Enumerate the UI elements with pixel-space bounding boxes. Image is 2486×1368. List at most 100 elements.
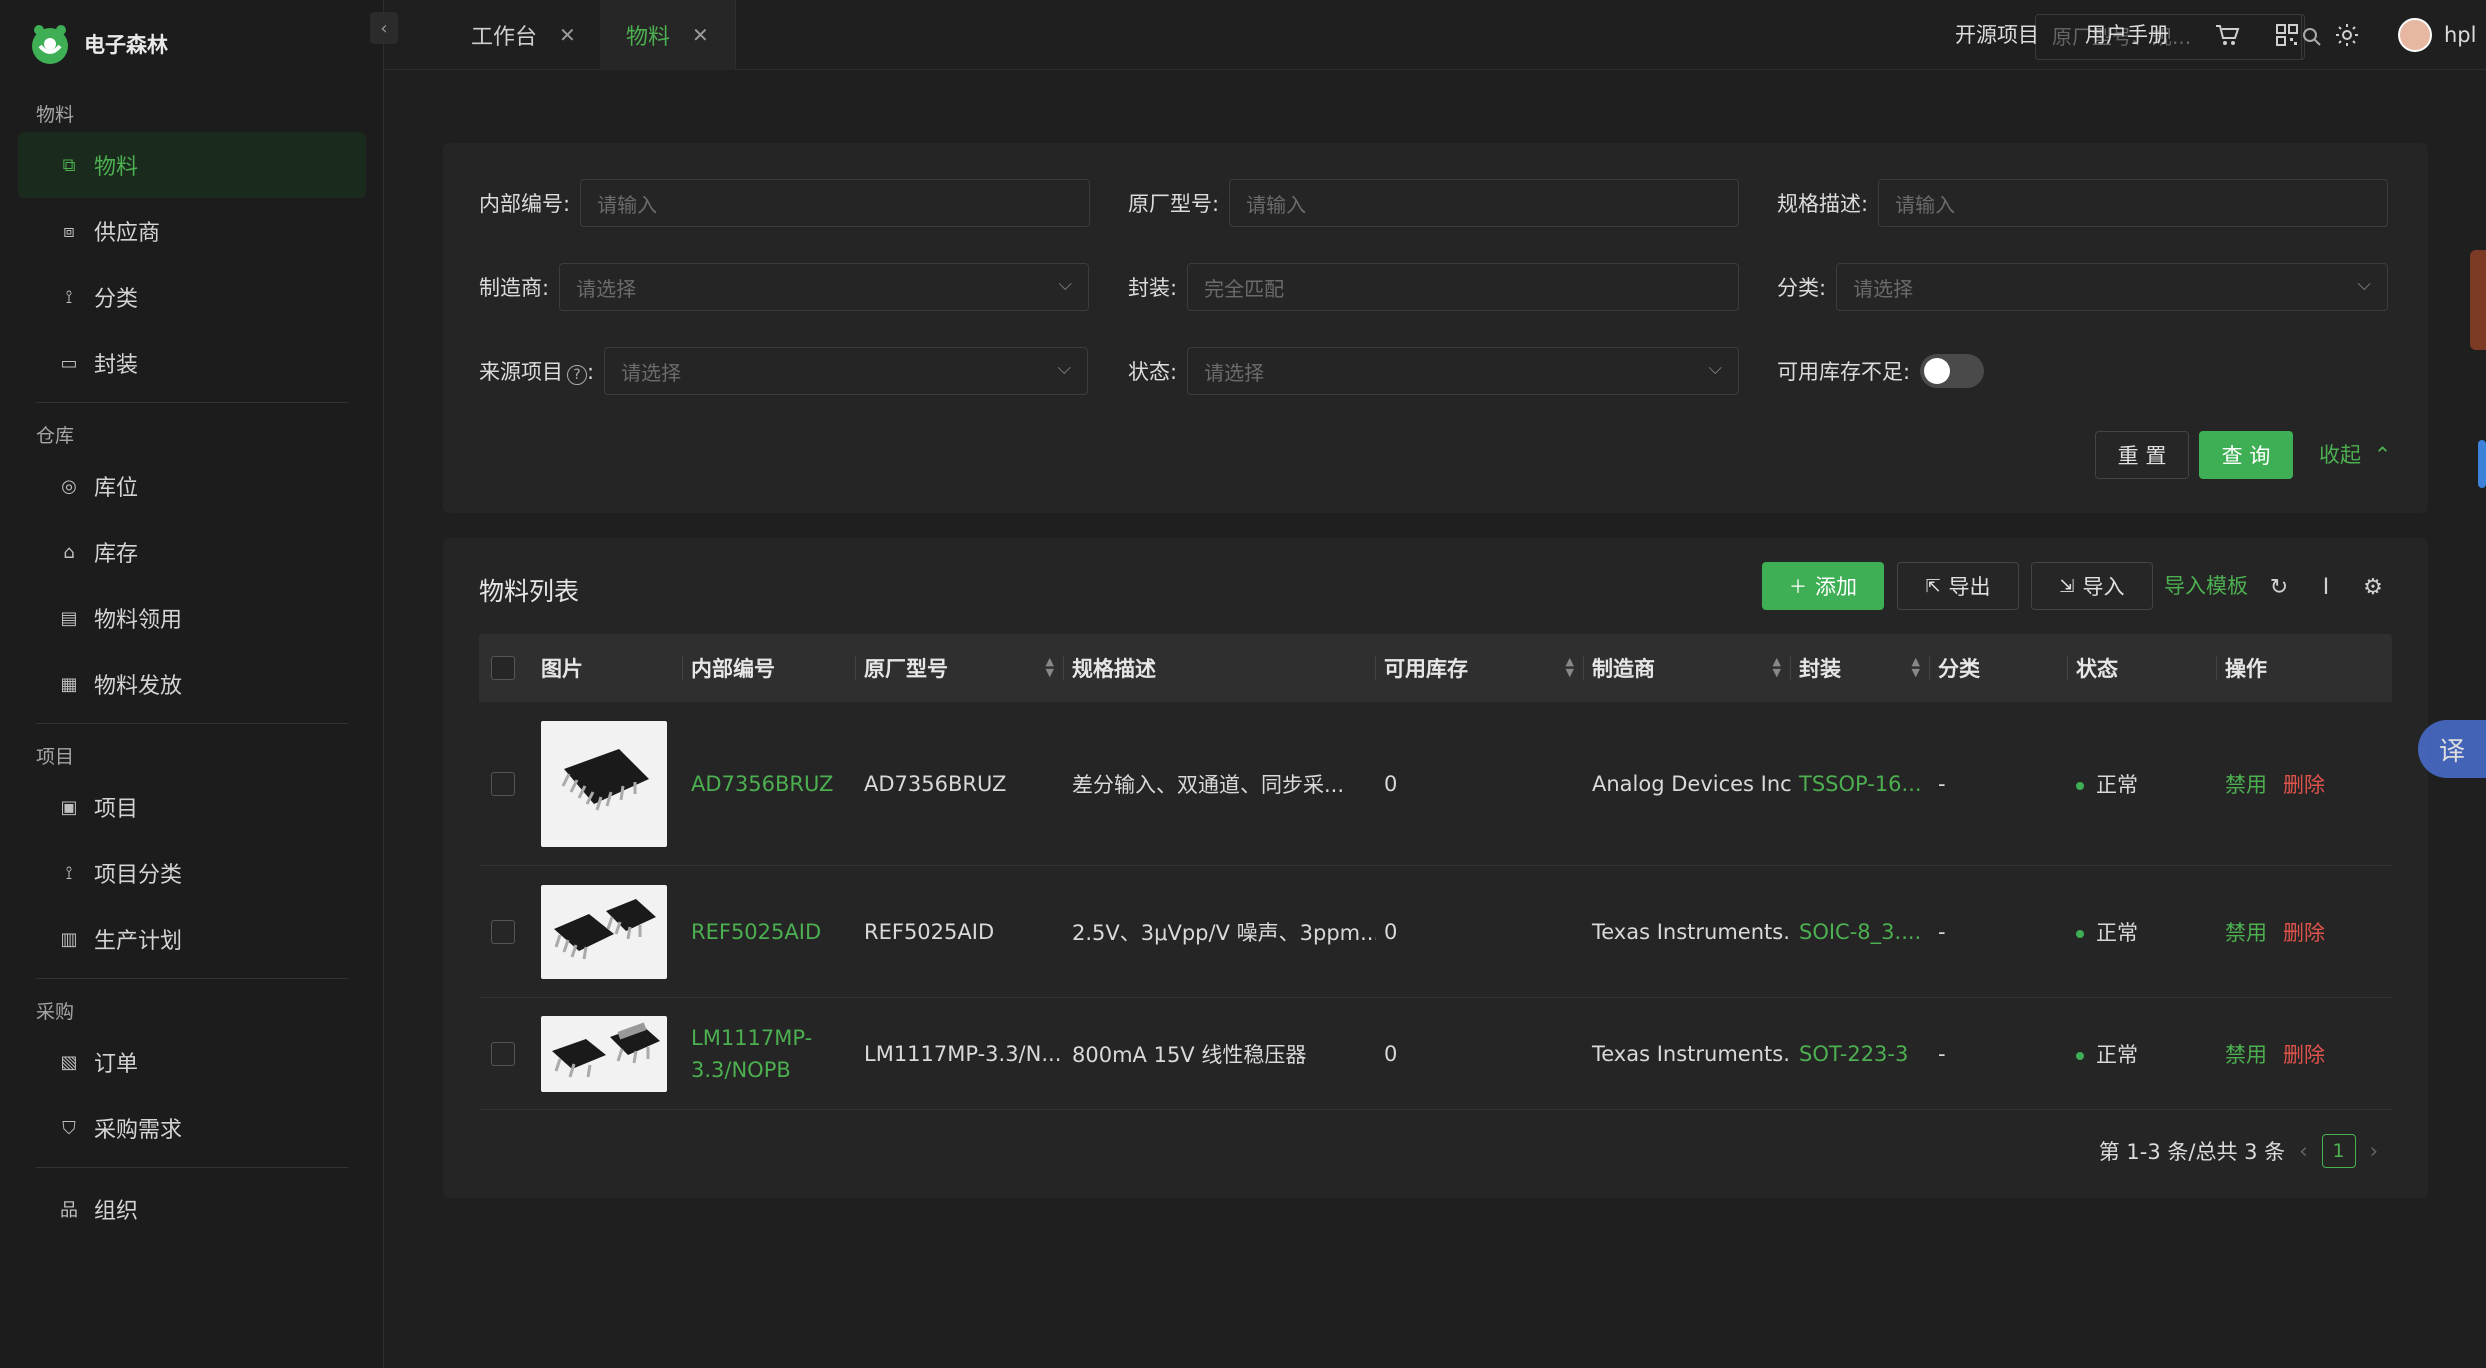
col-package[interactable]: 封装 ▲ ▼	[1791, 634, 1930, 702]
col-manufacturer[interactable]: 制造商 ▲ ▼	[1584, 634, 1791, 702]
disable-button[interactable]: 禁用	[2225, 773, 2267, 797]
export-button[interactable]: ⇱ 导出	[1897, 562, 2019, 610]
next-page-icon[interactable]: ›	[2370, 1139, 2378, 1163]
settings-gear-icon[interactable]: ⚙	[2360, 574, 2386, 600]
component-thumbnail[interactable]	[541, 884, 667, 979]
internal-code-link[interactable]: AD7356BRUZ	[683, 772, 856, 796]
internal-code-link[interactable]: REF5025AID	[683, 920, 856, 944]
help-icon[interactable]: ?	[567, 365, 587, 385]
sidebar-item-project[interactable]: ▣ 项目	[18, 774, 366, 840]
sidebar-item-label: 物料发放	[94, 674, 183, 699]
add-button[interactable]: ＋ 添加	[1762, 562, 1884, 610]
sidebar-item-package[interactable]: ▭ 封装	[18, 330, 366, 396]
sidebar-item-material-issue[interactable]: ▦ 物料发放	[18, 651, 366, 717]
sidebar-item-purchase-request[interactable]: ⛉ 采购需求	[18, 1095, 366, 1161]
disable-button[interactable]: 禁用	[2225, 1043, 2267, 1067]
source-project-select[interactable]: 请选择 ⌵	[604, 347, 1089, 395]
material-list-panel: 物料列表 ＋ 添加 ⇱ 导出 ⇲ 导入 导入模板 ↻ Ⅰ ⚙ 图片 内部编号 原厂型号…	[443, 538, 2428, 1198]
filter-label: 制造商:	[479, 276, 550, 300]
close-icon[interactable]: ✕	[692, 23, 709, 47]
import-button[interactable]: ⇲ 导入	[2031, 562, 2153, 610]
sidebar-item-material-request[interactable]: ▤ 物料领用	[18, 585, 366, 651]
filter-source-project: 来源项目?: 请选择 ⌵	[479, 347, 1089, 395]
spec-input[interactable]: 请输入	[1878, 179, 2389, 227]
user-manual-link[interactable]: 用户手册	[2085, 0, 2169, 70]
row-checkbox[interactable]	[491, 919, 515, 944]
placeholder-text: 请输入	[1895, 192, 1956, 217]
theme-sun-icon[interactable]	[2332, 20, 2362, 50]
prev-page-icon[interactable]: ‹	[2299, 1139, 2307, 1163]
row-checkbox[interactable]	[491, 771, 515, 796]
category-cell: -	[1938, 919, 1946, 944]
import-icon: ⇲	[2059, 575, 2075, 597]
delete-button[interactable]: 删除	[2283, 1043, 2325, 1067]
close-icon[interactable]: ✕	[559, 23, 576, 47]
side-scroll-tab[interactable]	[2478, 440, 2486, 488]
sort-icon[interactable]: ▲ ▼	[1046, 656, 1054, 678]
category-cell: -	[1938, 771, 1946, 796]
search-button[interactable]	[2301, 15, 2322, 59]
col-stock[interactable]: 可用库存 ▲ ▼	[1376, 634, 1584, 702]
component-thumbnail[interactable]	[541, 1015, 667, 1092]
select-all-checkbox[interactable]	[491, 656, 515, 680]
sidebar-item-location[interactable]: ◎ 库位	[18, 453, 366, 519]
disable-button[interactable]: 禁用	[2225, 921, 2267, 945]
location-icon: ◎	[61, 475, 77, 497]
status-select[interactable]: 请选择 ⌵	[1187, 347, 1740, 395]
row-checkbox[interactable]	[491, 1041, 515, 1066]
status-badge: 正常	[2096, 920, 2138, 945]
reset-button[interactable]: 重 置	[2095, 431, 2189, 479]
chevron-down-icon: ⌵	[2357, 274, 2372, 295]
collapse-filter-button[interactable]: 收起 ⌃	[2319, 431, 2391, 479]
filter-label-suffix: :	[587, 360, 595, 384]
import-label: 导入	[2082, 575, 2125, 599]
placeholder-text: 请选择	[1204, 360, 1265, 385]
qrcode-icon[interactable]	[2272, 20, 2302, 50]
sidebar-item-production-plan[interactable]: ▥ 生产计划	[18, 906, 366, 972]
sort-icon[interactable]: ▲ ▼	[1912, 656, 1920, 678]
sidebar-item-inventory[interactable]: ⌂ 库存	[18, 519, 366, 585]
sidebar-item-order[interactable]: ▧ 订单	[18, 1029, 366, 1095]
tab-material[interactable]: 物料 ✕	[600, 0, 736, 70]
col-internal-code[interactable]: 内部编号	[683, 634, 856, 702]
sort-icon[interactable]: ▲ ▼	[1773, 656, 1781, 678]
sidebar-item-label: 封装	[94, 353, 139, 378]
app-logo[interactable]: 电子森林	[26, 18, 168, 70]
avatar[interactable]	[2398, 18, 2432, 52]
package-link[interactable]: SOIC-8_3....	[1791, 920, 1930, 944]
translate-button[interactable]: 译	[2418, 720, 2486, 778]
collapse-label: 收起	[2319, 443, 2361, 467]
tab-workbench[interactable]: 工作台 ✕	[445, 0, 603, 70]
delete-button[interactable]: 删除	[2283, 921, 2325, 945]
column-height-icon[interactable]: Ⅰ	[2313, 574, 2339, 600]
internal-code-link[interactable]: LM1117MP- 3.3/NOPB	[683, 1022, 856, 1086]
package-link[interactable]: TSSOP-16...	[1791, 772, 1930, 796]
sort-icon[interactable]: ▲ ▼	[1566, 656, 1574, 678]
import-template-link[interactable]: 导入模板	[2164, 562, 2248, 610]
package-input[interactable]: 完全匹配	[1187, 263, 1740, 311]
refresh-icon[interactable]: ↻	[2266, 574, 2292, 600]
mpn-input[interactable]: 请输入	[1229, 179, 1740, 227]
sidebar-item-project-category[interactable]: ⟟ 项目分类	[18, 840, 366, 906]
sidebar-item-label: 供应商	[94, 221, 161, 246]
package-link[interactable]: SOT-223-3	[1791, 1042, 1930, 1066]
page-button-current[interactable]: 1	[2321, 1134, 2356, 1168]
col-spec[interactable]: 规格描述	[1064, 634, 1376, 702]
low-stock-toggle[interactable]	[1920, 354, 1985, 388]
sidebar-item-material[interactable]: ⧉ 物料	[18, 132, 366, 198]
sidebar-item-category[interactable]: ⟟ 分类	[18, 264, 366, 330]
sidebar-item-label: 分类	[94, 287, 139, 312]
component-thumbnail[interactable]	[541, 720, 667, 847]
stock-cell: 0	[1384, 919, 1398, 944]
sidebar-item-organization[interactable]: 品 组织	[18, 1176, 366, 1242]
manufacturer-select[interactable]: 请选择 ⌵	[559, 263, 1090, 311]
open-source-link[interactable]: 开源项目	[1955, 0, 2039, 70]
category-select[interactable]: 请选择 ⌵	[1836, 263, 2389, 311]
col-mpn[interactable]: 原厂型号 ▲ ▼	[856, 634, 1064, 702]
internal-code-input[interactable]: 请输入	[580, 179, 1091, 227]
cart-icon[interactable]	[2212, 20, 2242, 50]
query-button[interactable]: 查 询	[2199, 431, 2293, 479]
delete-button[interactable]: 删除	[2283, 773, 2325, 797]
user-name[interactable]: hpl	[2444, 0, 2476, 70]
sidebar-item-supplier[interactable]: ⧈ 供应商	[18, 198, 366, 264]
